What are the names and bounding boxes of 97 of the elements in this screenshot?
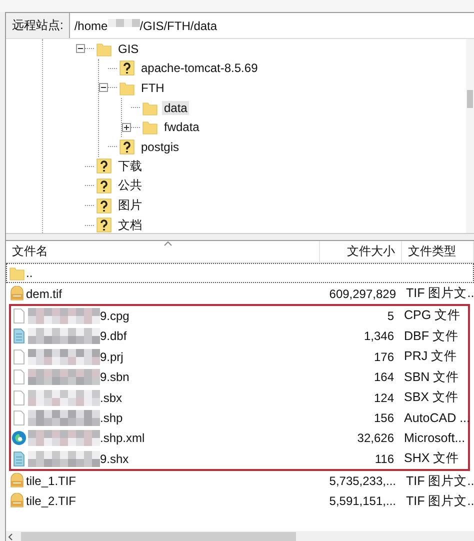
file-row[interactable]: .shp.xml 32,626 Microsoft... [8, 428, 472, 449]
tree-item[interactable]: 公共 [116, 177, 144, 194]
data-file-icon [11, 450, 27, 467]
file-name[interactable]: 9.prj [100, 350, 124, 364]
tree-item[interactable]: postgis [139, 140, 182, 154]
image-file-icon [9, 493, 25, 510]
file-size: 156 [374, 410, 394, 425]
image-file-icon [9, 286, 25, 302]
file-row[interactable]: 9.cpg 5 CPG 文件 [8, 306, 472, 326]
file-name[interactable]: tile_1.TIF [26, 474, 76, 488]
expand-icon[interactable] [122, 122, 131, 132]
folder-icon [142, 100, 158, 116]
pixelated-blur [28, 328, 100, 344]
file-type: PRJ 文件 [404, 349, 458, 364]
file-name[interactable]: tile_2.TIF [26, 494, 76, 508]
file-row[interactable]: tile_1.TIF 5,735,233,... TIF 图片文... [6, 470, 474, 492]
folder-icon [142, 119, 158, 136]
file-icon [11, 410, 27, 426]
tree-item[interactable]: data [162, 100, 190, 115]
unknown-icon [96, 198, 112, 214]
file-type: CPG 文件 [404, 308, 461, 322]
file-size: 32,626 [357, 431, 394, 446]
file-type: TIF 图片文... [406, 286, 474, 300]
pixelated-blur [28, 430, 100, 446]
tree-item[interactable]: 下载 [116, 158, 144, 175]
unknown-icon [96, 158, 112, 174]
file-row[interactable]: .. [6, 263, 474, 284]
file-size: 1,346 [364, 329, 394, 344]
file-row[interactable]: 9.sbn 164 SBN 文件 [8, 366, 472, 388]
folder-icon [96, 40, 112, 57]
tree-item[interactable]: 文档 [116, 216, 144, 233]
file-row[interactable]: dem.tif 609,297,829 TIF 图片文... [6, 283, 474, 304]
collapse-icon[interactable] [99, 83, 108, 92]
column-header[interactable]: 文件类型 [402, 241, 474, 262]
tree-item[interactable]: fwdata [162, 120, 202, 134]
image-file-icon [9, 473, 25, 490]
file-icon [11, 390, 27, 406]
file-name[interactable]: .shp.xml [100, 431, 145, 446]
path-field[interactable]: /home /GIS/FTH/data [70, 13, 474, 38]
file-type: TIF 图片文... [406, 474, 474, 488]
pixelated-blur [28, 369, 100, 386]
file-name[interactable]: 9.shx [100, 452, 129, 466]
pixelated-blur [28, 308, 100, 324]
file-type: SBN 文件 [404, 370, 460, 384]
file-row[interactable]: .shp 156 AutoCAD ... [8, 408, 472, 428]
unknown-icon [96, 178, 112, 194]
tree-item[interactable]: FTH [139, 80, 166, 95]
file-icon [11, 308, 27, 324]
file-icon [11, 369, 27, 386]
address-label: 远程站点: [6, 13, 70, 38]
file-name[interactable]: .. [26, 266, 33, 280]
file-size: 124 [374, 390, 394, 405]
file-type: TIF 图片文... [406, 494, 474, 508]
file-name[interactable]: 9.sbn [100, 370, 130, 384]
file-name[interactable]: dem.tif [26, 286, 62, 301]
pixelated-blur [28, 348, 100, 365]
file-size: 5,591,151,... [329, 494, 396, 508]
file-name[interactable]: 9.dbf [100, 329, 127, 344]
collapse-icon[interactable] [76, 44, 85, 54]
file-size: 5,735,233,... [329, 474, 396, 488]
file-row[interactable]: 9.dbf 1,346 DBF 文件 [8, 326, 472, 347]
column-header[interactable]: 文件大小 [320, 241, 402, 262]
pixelated-blur [28, 390, 100, 406]
unknown-icon [119, 60, 135, 76]
scrollbar[interactable] [466, 39, 474, 233]
pixelated-blur [28, 410, 100, 426]
tree-item[interactable]: 图片 [116, 197, 144, 214]
browser-icon [11, 430, 27, 446]
tree-item[interactable]: apache-tomcat-8.5.69 [139, 61, 260, 76]
file-size: 164 [374, 370, 394, 384]
tree-item[interactable]: GIS [116, 42, 141, 56]
folder-icon [119, 80, 135, 96]
column-header[interactable]: 文件名 [6, 241, 320, 262]
file-size: 5 [387, 308, 394, 323]
file-name[interactable]: 9.cpg [100, 308, 130, 323]
file-row[interactable]: tile_2.TIF 5,591,151,... TIF 图片文... [6, 491, 474, 512]
file-name[interactable]: .shp [100, 410, 123, 425]
file-size: 176 [374, 350, 394, 364]
file-row[interactable]: 9.prj 176 PRJ 文件 [8, 346, 472, 367]
file-type: DBF 文件 [404, 328, 458, 343]
sort-caret-icon [164, 241, 172, 246]
scrollbar[interactable] [6, 531, 474, 541]
file-type: SBX 文件 [404, 390, 458, 404]
file-row[interactable]: .sbx 124 SBX 文件 [8, 387, 472, 408]
file-name[interactable]: .sbx [100, 390, 122, 405]
file-icon [11, 348, 27, 365]
folder-icon [9, 265, 25, 282]
file-row[interactable]: 9.shx 116 SHX 文件 [8, 448, 472, 469]
data-file-icon [11, 328, 27, 344]
unknown-icon [96, 217, 112, 233]
file-size: 116 [374, 452, 394, 466]
file-type: Microsoft... [404, 431, 466, 446]
pixelated-blur [28, 450, 100, 467]
unknown-icon [119, 138, 135, 155]
file-type: SHX 文件 [404, 451, 460, 466]
file-size: 609,297,829 [329, 286, 396, 301]
file-type: AutoCAD ... [404, 410, 470, 425]
